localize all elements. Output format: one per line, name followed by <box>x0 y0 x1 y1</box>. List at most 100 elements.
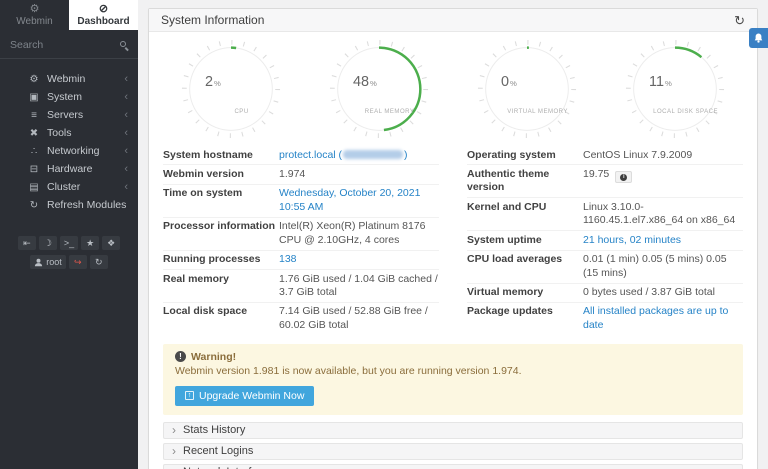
logout-button[interactable]: ↪ <box>69 255 87 269</box>
sidebar-item-label: Webmin <box>47 73 85 85</box>
dashboard-icon: ⊘ <box>99 4 108 15</box>
chevron-left-icon: ‹ <box>124 128 128 139</box>
system-information-panel: System Information ↻ 2% CPU 48% REAL MEM… <box>148 8 758 469</box>
info-value: 7.14 GiB used / 52.88 GiB free / 60.02 G… <box>279 305 439 332</box>
upgrade-arrow-icon: ↑ <box>185 391 194 400</box>
terminal-button[interactable]: >_ <box>60 236 78 250</box>
sidebar-controls: ⇤ ☽ >_ ★ ❖ root ↪ ↻ <box>0 236 138 269</box>
warning-exclamation-icon: ! <box>175 351 186 362</box>
logout-icon: ↪ <box>74 258 82 267</box>
info-label: Kernel and CPU <box>467 201 583 228</box>
chevron-left-icon: ‹ <box>124 74 128 85</box>
sidebar-item-label: Servers <box>47 109 83 121</box>
sidebar-item-cluster[interactable]: ▤Cluster‹ <box>0 178 138 196</box>
system-info-left-column: System hostnameprotect.local ()Webmin ve… <box>149 146 453 335</box>
gauge-label: REAL MEMORY <box>365 109 415 115</box>
warning-header: ! Warning! <box>175 351 731 363</box>
info-row-processor-information: Processor informationIntel(R) Xeon(R) Pl… <box>163 218 439 251</box>
bell-icon <box>753 32 764 44</box>
sidebar-item-label: System <box>47 91 82 103</box>
info-value[interactable]: 21 hours, 02 minutes <box>583 234 681 247</box>
night-mode-button[interactable]: ☽ <box>39 236 57 250</box>
sidebar-tabs: ⚙ Webmin ⊘ Dashboard <box>0 0 138 30</box>
sidebar-item-webmin[interactable]: ⚙Webmin‹ <box>0 70 138 88</box>
info-value: 1.974 <box>279 168 305 181</box>
panel-header: System Information ↻ <box>149 9 757 32</box>
system-info-right-column: Operating systemCentOS Linux 7.9.2009Aut… <box>453 146 757 335</box>
tab-webmin[interactable]: ⚙ Webmin <box>0 0 69 30</box>
info-row-system-uptime: System uptime21 hours, 02 minutes <box>467 231 743 250</box>
tab-dashboard-label: Dashboard <box>77 16 129 27</box>
info-row-real-memory: Real memory1.76 GiB used / 1.04 GiB cach… <box>163 270 439 303</box>
info-label: Local disk space <box>163 305 279 332</box>
favorites-button[interactable]: ★ <box>81 236 99 250</box>
system-info-table: System hostnameprotect.local ()Webmin ve… <box>149 143 757 335</box>
redacted-ip <box>343 150 403 159</box>
theme-info-badge[interactable]: i <box>615 171 632 183</box>
info-row-local-disk-space: Local disk space7.14 GiB used / 52.88 Gi… <box>163 303 439 335</box>
info-row-operating-system: Operating systemCentOS Linux 7.9.2009 <box>467 146 743 165</box>
section-recent-logins[interactable]: ›Recent Logins <box>163 443 743 460</box>
chevron-left-icon: ‹ <box>124 164 128 175</box>
sidebar-item-tools[interactable]: ✖ Tools ‹ <box>0 124 138 142</box>
info-row-webmin-version: Webmin version1.974 <box>163 165 439 184</box>
info-row-system-hostname: System hostnameprotect.local () <box>163 146 439 165</box>
notifications-bell-button[interactable] <box>749 28 768 48</box>
collapse-sidebar-button[interactable]: ⇤ <box>18 236 36 250</box>
info-label: Operating system <box>467 149 583 162</box>
sidebar-item-label: Cluster <box>47 181 80 193</box>
tools-icon: ✖ <box>27 128 41 139</box>
sidebar-item-refresh-modules[interactable]: ↻ Refresh Modules <box>0 196 138 214</box>
tab-dashboard[interactable]: ⊘ Dashboard <box>69 0 138 30</box>
gear-icon: ⚙ <box>30 4 40 15</box>
user-button[interactable]: root <box>30 255 66 269</box>
refresh-icon[interactable]: ↻ <box>734 14 745 27</box>
servers-icon: ≡ <box>27 110 41 121</box>
theme-button[interactable]: ❖ <box>102 236 120 250</box>
section-stats-history[interactable]: › Stats History <box>163 422 743 439</box>
webmin-app: ⚙ Webmin ⊘ Dashboard ⚙Webmin‹▣System‹≡Se… <box>0 0 768 469</box>
gauge-real-memory: 48% REAL MEMORY <box>329 39 429 142</box>
sidebar-item-hardware[interactable]: ⊟Hardware‹ <box>0 160 138 178</box>
upgrade-webmin-button[interactable]: ↑ Upgrade Webmin Now <box>175 386 314 406</box>
info-label: Running processes <box>163 253 279 266</box>
section-network-interfaces[interactable]: ›Network Interfaces <box>163 464 743 469</box>
networking-icon: ∴ <box>27 146 41 157</box>
palette-icon: ❖ <box>107 239 115 248</box>
gauge-label: VIRTUAL MEMORY <box>507 109 568 115</box>
search-icon[interactable] <box>120 41 126 47</box>
terminal-icon: >_ <box>64 239 74 248</box>
info-value[interactable]: 138 <box>279 253 297 266</box>
sidebar-item-networking[interactable]: ∴Networking‹ <box>0 142 138 160</box>
sidebar-item-system[interactable]: ▣System‹ <box>0 88 138 106</box>
refresh-session-button[interactable]: ↻ <box>90 255 108 269</box>
info-value: CentOS Linux 7.9.2009 <box>583 149 692 162</box>
sidebar-item-label: Tools <box>47 127 72 139</box>
info-value[interactable]: protect.local () <box>279 149 408 162</box>
info-value: 19.75i <box>583 168 632 195</box>
collapsed-sections: › Stats History ›Recent Logins ›Network Int… <box>149 415 757 469</box>
refresh-icon: ↻ <box>27 200 41 211</box>
sidebar-item-label: Hardware <box>47 163 93 175</box>
info-row-kernel-and-cpu: Kernel and CPULinux 3.10.0-1160.45.1.el7… <box>467 198 743 231</box>
info-value[interactable]: All installed packages are up to date <box>583 305 743 332</box>
info-label: System uptime <box>467 234 583 247</box>
chevron-right-icon: › <box>172 424 176 436</box>
sidebar-item-label: Refresh Modules <box>47 199 126 211</box>
chevron-left-icon: ‹ <box>124 146 128 157</box>
chevron-left-icon: ‹ <box>124 92 128 103</box>
info-label: Authentic theme version <box>467 168 583 195</box>
info-label: Package updates <box>467 305 583 332</box>
sidebar-item-servers[interactable]: ≡Servers‹ <box>0 106 138 124</box>
warning-title: Warning! <box>191 351 236 363</box>
moon-icon: ☽ <box>44 239 52 248</box>
search-input[interactable] <box>10 39 114 51</box>
refresh-icon: ↻ <box>95 258 103 267</box>
info-value: 0.01 (1 min) 0.05 (5 mins) 0.05 (15 mins… <box>583 253 743 280</box>
info-value[interactable]: Wednesday, October 20, 2021 10:55 AM <box>279 187 439 214</box>
collapse-icon: ⇤ <box>23 239 31 248</box>
section-label: Stats History <box>183 424 245 436</box>
info-value: Linux 3.10.0-1160.45.1.el7.x86_64 on x86… <box>583 201 743 228</box>
warning-message: Webmin version 1.981 is now available, b… <box>175 365 731 377</box>
sidebar-menu: ⚙Webmin‹▣System‹≡Servers‹✖Tools‹∴Network… <box>0 59 138 214</box>
